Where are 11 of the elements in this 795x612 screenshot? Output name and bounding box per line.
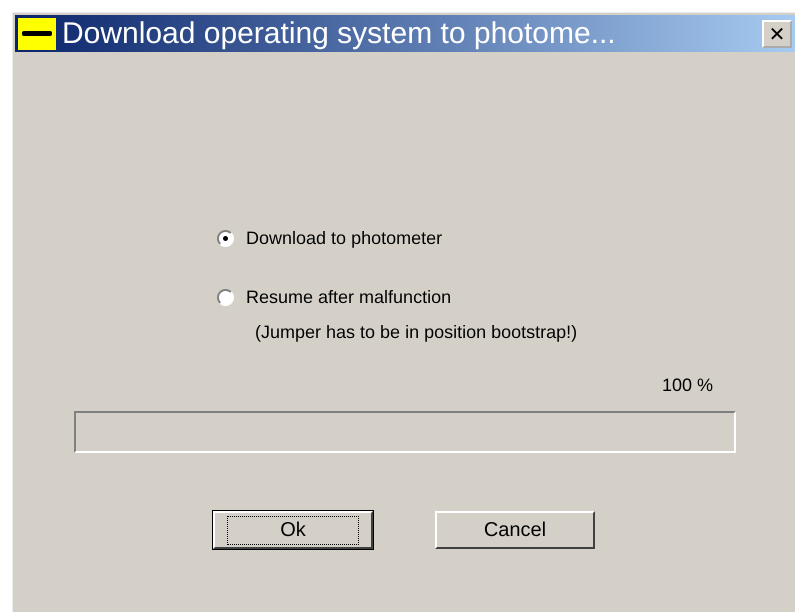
close-button[interactable]: ✕ <box>762 20 792 48</box>
radio-button[interactable] <box>217 289 234 306</box>
radio-button[interactable] <box>217 230 234 247</box>
window-menu-icon[interactable] <box>18 18 56 50</box>
cancel-button[interactable]: Cancel <box>435 511 595 549</box>
radio-label[interactable]: Resume after malfunction <box>246 287 452 308</box>
progress-percent: 100 % <box>662 375 714 396</box>
window-title: Download operating system to photome... <box>62 16 617 50</box>
ok-button[interactable]: Ok <box>213 511 373 549</box>
hint-text: (Jumper has to be in position bootstrap!) <box>255 322 578 343</box>
radio-label[interactable]: Download to photometer <box>246 228 442 249</box>
